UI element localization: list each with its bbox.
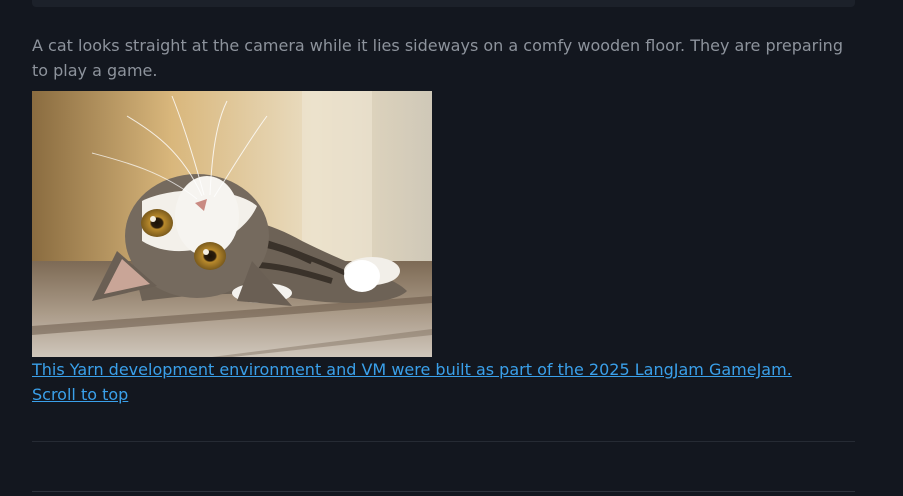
cat-photo <box>32 91 432 357</box>
langjam-credit-link[interactable]: This Yarn development environment and VM… <box>32 357 792 382</box>
divider <box>32 491 855 492</box>
page: A cat looks straight at the camera while… <box>0 0 903 496</box>
divider <box>32 441 855 442</box>
image-description: A cat looks straight at the camera while… <box>32 36 843 80</box>
footer-links: This Yarn development environment and VM… <box>32 357 792 407</box>
top-panel-edge <box>32 0 855 7</box>
scroll-to-top-link[interactable]: Scroll to top <box>32 382 128 407</box>
